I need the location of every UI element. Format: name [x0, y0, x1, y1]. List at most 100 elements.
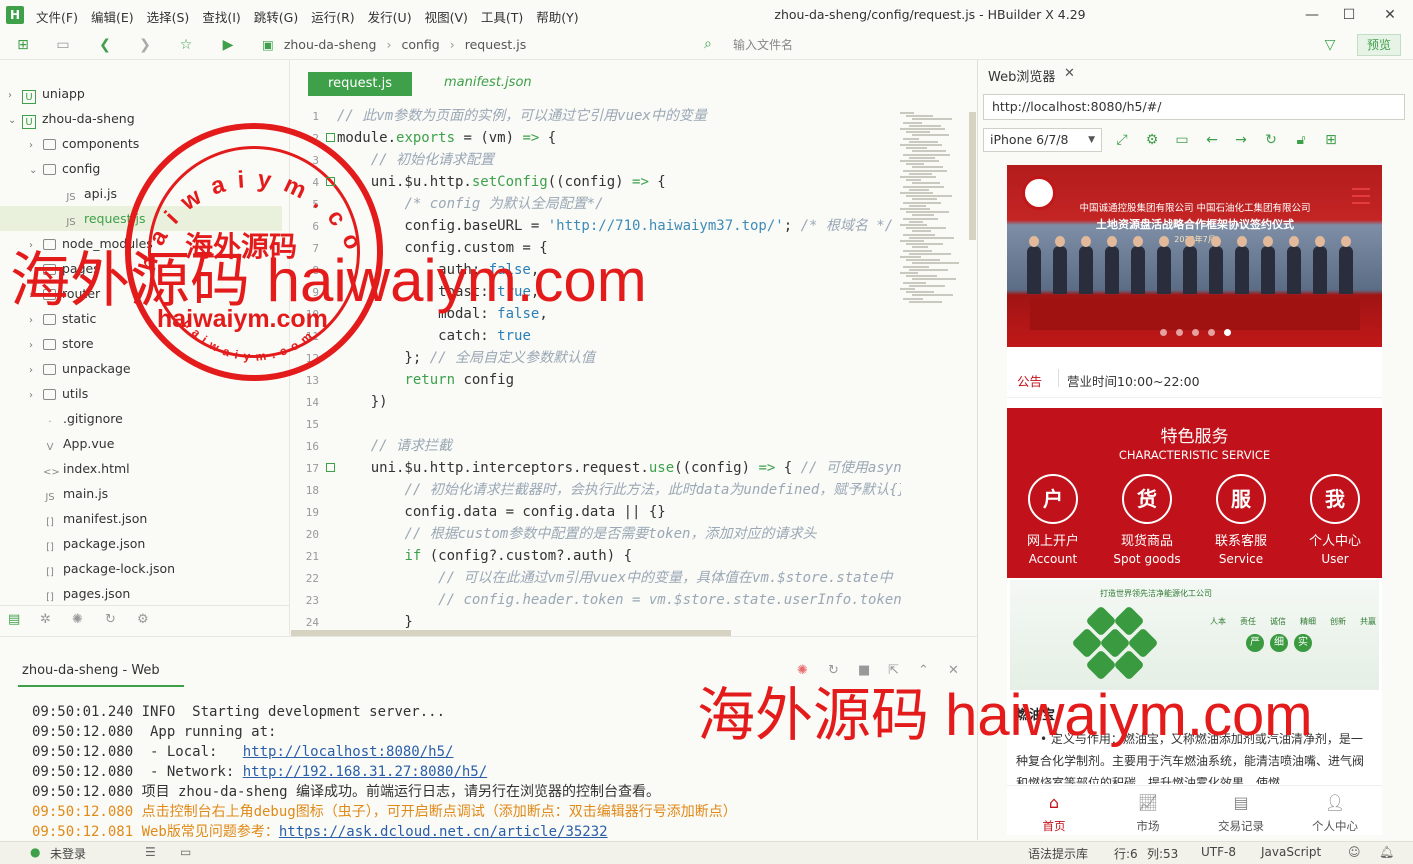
- code-line[interactable]: 17 uni.$u.http.interceptors.request.use(…: [291, 457, 901, 479]
- tree-item[interactable]: V App.vue: [0, 431, 282, 456]
- arrow-left-icon[interactable]: ←: [1202, 130, 1222, 150]
- grid-icon[interactable]: ⊞: [1321, 130, 1341, 150]
- breadcrumb-item[interactable]: config: [401, 37, 439, 52]
- editor-vertical-scrollbar[interactable]: [969, 112, 976, 240]
- fold-icon[interactable]: [326, 177, 335, 186]
- minimap[interactable]: [900, 112, 964, 312]
- notification-icon[interactable]: ☺: [1348, 845, 1361, 859]
- tree-item[interactable]: › utils: [0, 381, 282, 406]
- line-number[interactable]: 20: [291, 524, 319, 545]
- line-number[interactable]: 19: [291, 502, 319, 523]
- run-icon[interactable]: ▶: [219, 36, 237, 54]
- favorite-icon[interactable]: ☆: [177, 36, 195, 54]
- console-tab[interactable]: zhou-da-sheng - Web: [22, 663, 160, 678]
- tabbar-records[interactable]: 交易记录: [1211, 818, 1271, 834]
- chevron-down-icon[interactable]: ⌄: [8, 108, 22, 133]
- forward-icon[interactable]: ❯: [136, 36, 154, 54]
- url-input[interactable]: http://localhost:8080/h5/#/: [983, 94, 1405, 120]
- settings-icon[interactable]: ⚙: [137, 612, 149, 627]
- chevron-right-icon[interactable]: ›: [29, 383, 43, 408]
- menu-icon[interactable]: [1352, 188, 1370, 204]
- chevron-right-icon[interactable]: ›: [29, 133, 43, 158]
- close-tab-icon[interactable]: ✕: [1064, 66, 1075, 81]
- console-link[interactable]: https://ask.dcloud.net.cn/article/35232: [279, 824, 608, 840]
- menu-item[interactable]: 跳转(G): [254, 7, 298, 26]
- minimize-icon[interactable]: —: [1294, 4, 1330, 26]
- maximize-icon[interactable]: ☐: [1331, 4, 1367, 26]
- code-line[interactable]: 22 // 可以在此通过vm引用vuex中的变量，具体值在vm.$store.s…: [291, 567, 901, 589]
- fold-icon[interactable]: [326, 133, 335, 142]
- save-icon[interactable]: ▭: [54, 36, 72, 54]
- menu-item[interactable]: 查找(I): [202, 7, 240, 26]
- carousel-dot[interactable]: [1176, 329, 1183, 336]
- console-icon[interactable]: ▭: [1172, 130, 1192, 150]
- menu-item[interactable]: 帮助(Y): [536, 7, 578, 26]
- back-icon[interactable]: ❮: [96, 36, 114, 54]
- refresh-icon[interactable]: ↻: [1261, 130, 1281, 150]
- preview-button[interactable]: 预览: [1357, 34, 1401, 56]
- tabbar-home[interactable]: 首页: [1024, 818, 1084, 834]
- tree-item[interactable]: [] manifest.json: [0, 506, 282, 531]
- home-icon[interactable]: ⌂: [1024, 793, 1084, 812]
- service-icon-4[interactable]: 我: [1310, 474, 1360, 524]
- menu-item[interactable]: 工具(T): [481, 7, 523, 26]
- project-manager-icon[interactable]: ▤: [8, 612, 20, 627]
- file-encoding[interactable]: UTF-8: [1201, 845, 1236, 859]
- carousel-dot[interactable]: [1160, 329, 1167, 336]
- menu-item[interactable]: 文件(F): [36, 7, 78, 26]
- code-line[interactable]: 18 // 初始化请求拦截器时，会执行此方法，此时data为undefined，…: [291, 479, 901, 501]
- plugin-icon[interactable]: ✲: [40, 612, 51, 627]
- gear-icon[interactable]: ⚙: [1142, 130, 1162, 150]
- line-number[interactable]: 18: [291, 480, 319, 501]
- code-line[interactable]: 23 // config.header.token = vm.$store.st…: [291, 589, 901, 611]
- line-number[interactable]: 16: [291, 436, 319, 457]
- terminal-icon[interactable]: ▭: [180, 845, 191, 859]
- chevron-right-icon[interactable]: ›: [29, 333, 43, 358]
- line-number[interactable]: 21: [291, 546, 319, 567]
- debug-icon[interactable]: ✺: [72, 612, 83, 627]
- carousel-dot[interactable]: [1224, 329, 1231, 336]
- menu-item[interactable]: 发行(U): [368, 7, 412, 26]
- code-line[interactable]: 20 // 根据custom参数中配置的是否需要token，添加对应的请求头: [291, 523, 901, 545]
- menu-item[interactable]: 选择(S): [147, 7, 190, 26]
- account-icon[interactable]: ●: [30, 845, 40, 859]
- menu-item[interactable]: 编辑(E): [91, 7, 134, 26]
- code-line[interactable]: 21 if (config?.custom?.auth) {: [291, 545, 901, 567]
- arrow-right-icon[interactable]: →: [1231, 130, 1251, 150]
- close-icon[interactable]: ✕: [1372, 4, 1408, 26]
- line-number[interactable]: 14: [291, 392, 319, 413]
- line-number[interactable]: 17: [291, 458, 319, 479]
- service-icon-1[interactable]: 户: [1028, 474, 1078, 524]
- menu-item[interactable]: 视图(V): [425, 7, 468, 26]
- new-file-icon[interactable]: ⊞: [14, 36, 32, 54]
- service-icon-2[interactable]: 货: [1122, 474, 1172, 524]
- tabbar-market[interactable]: 市场: [1118, 818, 1178, 834]
- code-line[interactable]: 15: [291, 413, 901, 435]
- tab-manifest-json[interactable]: manifest.json: [444, 75, 532, 90]
- console-link[interactable]: http://192.168.31.27:8080/h5/: [243, 764, 487, 780]
- service-label[interactable]: 现货商品: [1102, 530, 1192, 549]
- fold-icon[interactable]: [326, 463, 335, 472]
- file-language[interactable]: JavaScript: [1261, 845, 1321, 859]
- tree-item[interactable]: JS main.js: [0, 481, 282, 506]
- list-icon[interactable]: ☰: [145, 845, 156, 859]
- tree-item[interactable]: <> index.html: [0, 456, 282, 481]
- tree-item[interactable]: · .gitignore: [0, 406, 282, 431]
- tree-item[interactable]: [] package-lock.json: [0, 556, 282, 581]
- user-icon[interactable]: 👤︎: [1305, 793, 1365, 812]
- service-icon-3[interactable]: 服: [1216, 474, 1266, 524]
- breadcrumb-item[interactable]: zhou-da-sheng: [284, 37, 377, 52]
- chevron-right-icon[interactable]: ›: [29, 358, 43, 383]
- tabbar-user[interactable]: 个人中心: [1305, 818, 1365, 834]
- screenshot-icon[interactable]: ⤢: [1112, 130, 1132, 150]
- device-select[interactable]: iPhone 6/7/8 ▼: [983, 128, 1102, 152]
- records-icon[interactable]: ▤: [1211, 793, 1271, 812]
- service-label[interactable]: 联系客服: [1196, 530, 1286, 549]
- line-number[interactable]: 15: [291, 414, 319, 435]
- login-status[interactable]: 未登录: [50, 845, 86, 862]
- bell-icon[interactable]: 🔔︎: [1379, 845, 1394, 859]
- market-icon[interactable]: 📈︎: [1118, 793, 1178, 812]
- web-browser-tab[interactable]: Web浏览器: [988, 66, 1055, 85]
- carousel-dot[interactable]: [1208, 329, 1215, 336]
- carousel-dot[interactable]: [1192, 329, 1199, 336]
